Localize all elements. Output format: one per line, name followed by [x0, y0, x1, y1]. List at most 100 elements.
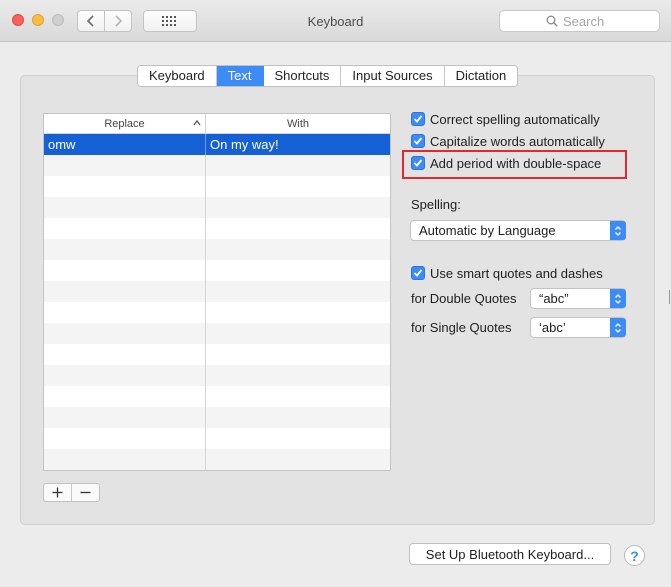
table-row[interactable]: omw On my way! [44, 134, 390, 155]
with-cell[interactable] [206, 407, 390, 428]
tab-input-sources[interactable]: Input Sources [341, 66, 445, 86]
minimize-window-button[interactable] [32, 14, 44, 26]
minus-icon [80, 491, 91, 494]
replace-cell[interactable] [44, 218, 206, 239]
with-cell[interactable]: On my way! [206, 134, 390, 155]
with-cell[interactable] [206, 239, 390, 260]
spelling-language-value: Automatic by Language [419, 223, 556, 238]
close-window-button[interactable] [12, 14, 24, 26]
table-row-empty[interactable] [44, 407, 390, 428]
table-body: omw On my way! [44, 134, 390, 470]
replace-cell[interactable] [44, 344, 206, 365]
chevron-left-icon [86, 15, 94, 27]
tab-shortcuts[interactable]: Shortcuts [263, 66, 342, 86]
table-row-empty[interactable] [44, 365, 390, 386]
replace-cell[interactable] [44, 281, 206, 302]
search-field[interactable] [499, 10, 660, 32]
checkbox-checked[interactable] [411, 112, 425, 126]
table-row-empty[interactable] [44, 386, 390, 407]
column-header-replace-label: Replace [104, 117, 145, 130]
replace-cell[interactable] [44, 386, 206, 407]
table-row-empty[interactable] [44, 155, 390, 176]
correct-spelling-checkbox[interactable]: Correct spelling automatically [411, 110, 600, 128]
tab-dictation[interactable]: Dictation [444, 66, 518, 86]
table-row-empty[interactable] [44, 428, 390, 449]
with-cell[interactable] [206, 176, 390, 197]
sort-ascending-icon [193, 119, 201, 126]
column-header-replace[interactable]: Replace [44, 114, 206, 133]
add-button[interactable] [44, 484, 72, 501]
grid-icon [162, 16, 176, 26]
table-row-empty[interactable] [44, 176, 390, 197]
table-row-empty[interactable] [44, 197, 390, 218]
with-cell[interactable] [206, 197, 390, 218]
table-row-empty[interactable] [44, 323, 390, 344]
table-row-empty[interactable] [44, 260, 390, 281]
with-cell[interactable] [206, 155, 390, 176]
table-row-empty[interactable] [44, 281, 390, 302]
checkbox-checked[interactable] [411, 266, 425, 280]
help-button[interactable]: ? [624, 545, 645, 566]
spelling-label: Spelling: [411, 197, 461, 212]
column-header-with[interactable]: With [206, 114, 390, 133]
smart-quotes-label: Use smart quotes and dashes [430, 265, 603, 281]
replace-cell[interactable] [44, 155, 206, 176]
show-all-button[interactable] [143, 10, 197, 32]
double-quotes-value: “abc” [539, 291, 569, 306]
table-row-empty[interactable] [44, 302, 390, 323]
with-cell[interactable] [206, 260, 390, 281]
replace-cell[interactable] [44, 449, 206, 470]
table-row-empty[interactable] [44, 344, 390, 365]
back-button[interactable] [77, 10, 105, 32]
checkmark-icon [413, 159, 423, 167]
double-quotes-popup[interactable]: “abc” [530, 288, 626, 309]
with-cell[interactable] [206, 218, 390, 239]
smart-quotes-checkbox[interactable]: Use smart quotes and dashes [411, 264, 603, 282]
remove-button[interactable] [72, 484, 99, 501]
checkbox-checked[interactable] [411, 156, 425, 170]
replace-cell[interactable] [44, 302, 206, 323]
replace-cell[interactable] [44, 260, 206, 281]
checkmark-icon [413, 115, 423, 123]
forward-button[interactable] [104, 10, 132, 32]
table-row-empty[interactable] [44, 449, 390, 470]
chevron-right-icon [115, 15, 123, 27]
with-cell[interactable] [206, 302, 390, 323]
with-cell[interactable] [206, 365, 390, 386]
replace-cell[interactable] [44, 239, 206, 260]
checkbox-checked[interactable] [411, 134, 425, 148]
search-input[interactable] [563, 13, 613, 29]
with-cell[interactable] [206, 386, 390, 407]
with-cell[interactable] [206, 323, 390, 344]
replace-cell[interactable] [44, 428, 206, 449]
capitalize-words-label: Capitalize words automatically [430, 133, 605, 149]
replace-cell[interactable] [44, 365, 206, 386]
table-row-empty[interactable] [44, 239, 390, 260]
checkmark-icon [413, 269, 423, 277]
search-icon [546, 15, 558, 27]
single-quotes-popup[interactable]: ‘abc’ [530, 317, 626, 338]
replace-cell[interactable] [44, 176, 206, 197]
up-down-arrows-icon [610, 289, 626, 308]
text-replacement-table[interactable]: Replace With omw On my way! [43, 113, 391, 471]
column-header-with-label: With [287, 117, 309, 130]
replace-cell[interactable]: omw [44, 134, 206, 155]
single-quotes-label: for Single Quotes [411, 320, 512, 335]
with-cell[interactable] [206, 344, 390, 365]
setup-bluetooth-keyboard-button[interactable]: Set Up Bluetooth Keyboard... [409, 543, 611, 565]
spelling-language-popup[interactable]: Automatic by Language [410, 220, 626, 241]
zoom-window-button[interactable] [52, 14, 64, 26]
replace-cell[interactable] [44, 407, 206, 428]
tab-keyboard[interactable]: Keyboard [138, 66, 217, 86]
capitalize-words-checkbox[interactable]: Capitalize words automatically [411, 132, 605, 150]
replace-cell[interactable] [44, 323, 206, 344]
add-period-checkbox[interactable]: Add period with double-space [411, 154, 601, 172]
tab-text[interactable]: Text [216, 66, 264, 86]
with-cell[interactable] [206, 281, 390, 302]
add-remove-control [43, 483, 100, 502]
correct-spelling-label: Correct spelling automatically [430, 111, 600, 127]
replace-cell[interactable] [44, 197, 206, 218]
with-cell[interactable] [206, 428, 390, 449]
with-cell[interactable] [206, 449, 390, 470]
table-row-empty[interactable] [44, 218, 390, 239]
